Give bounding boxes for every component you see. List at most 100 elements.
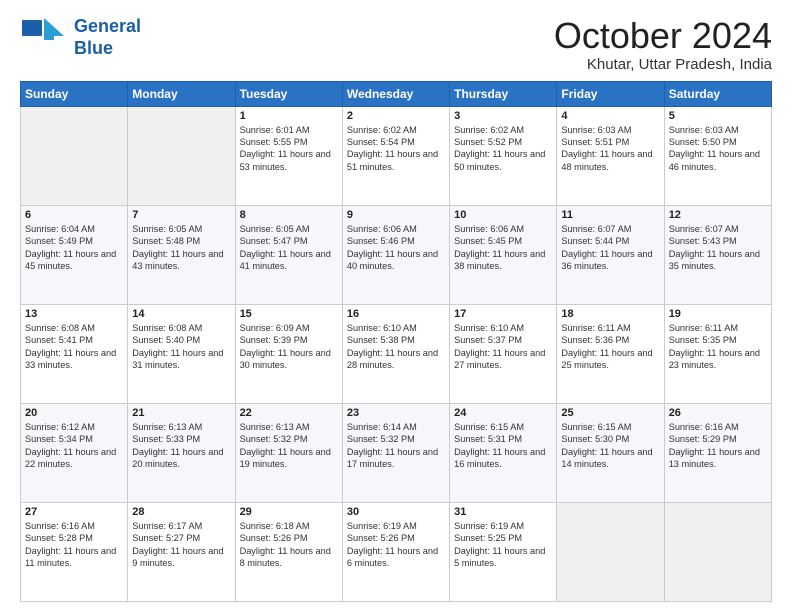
day-number: 23	[347, 407, 445, 419]
day-number: 8	[240, 209, 338, 221]
day-info: Sunrise: 6:08 AM Sunset: 5:41 PM Dayligh…	[25, 322, 123, 372]
day-info: Sunrise: 6:14 AM Sunset: 5:32 PM Dayligh…	[347, 421, 445, 471]
day-number: 17	[454, 308, 552, 320]
day-number: 3	[454, 110, 552, 122]
day-number: 9	[347, 209, 445, 221]
calendar-cell: 11Sunrise: 6:07 AM Sunset: 5:44 PM Dayli…	[557, 205, 664, 304]
calendar-cell	[557, 502, 664, 601]
day-number: 22	[240, 407, 338, 419]
day-info: Sunrise: 6:11 AM Sunset: 5:36 PM Dayligh…	[561, 322, 659, 372]
day-number: 4	[561, 110, 659, 122]
calendar-cell: 24 Sunrise: 6:15 AM Sunset: 5:31 PM Dayli…	[450, 403, 557, 502]
day-info: Sunrise: 6:15 AM Sunset: 5:30 PM Dayligh…	[561, 421, 659, 471]
day-info: Sunrise: 6:08 AM Sunset: 5:40 PM Dayligh…	[132, 322, 230, 372]
day-number: 6	[25, 209, 123, 221]
calendar-cell: 14 Sunrise: 6:08 AM Sunset: 5:40 PM Dayli…	[128, 304, 235, 403]
day-number: 27	[25, 506, 123, 518]
day-info: Sunrise: 6:16 AM Sunset: 5:29 PM Dayligh…	[669, 421, 767, 471]
calendar-cell: 3Sunrise: 6:02 AM Sunset: 5:52 PM Daylig…	[450, 106, 557, 205]
day-info: Sunrise: 6:16 AM Sunset: 5:28 PM Dayligh…	[25, 520, 123, 570]
calendar-week-1: 1Sunrise: 6:01 AM Sunset: 5:55 PM Daylig…	[21, 106, 772, 205]
day-number: 26	[669, 407, 767, 419]
logo-svg	[20, 18, 70, 58]
calendar-cell: 23 Sunrise: 6:14 AM Sunset: 5:32 PM Dayli…	[342, 403, 449, 502]
calendar-cell: 12Sunrise: 6:07 AM Sunset: 5:43 PM Dayli…	[664, 205, 771, 304]
day-info: Sunrise: 6:10 AM Sunset: 5:37 PM Dayligh…	[454, 322, 552, 372]
day-info: Sunrise: 6:06 AM Sunset: 5:45 PM Dayligh…	[454, 223, 552, 273]
calendar-cell: 25Sunrise: 6:15 AM Sunset: 5:30 PM Dayli…	[557, 403, 664, 502]
day-number: 18	[561, 308, 659, 320]
day-info: Sunrise: 6:12 AM Sunset: 5:34 PM Dayligh…	[25, 421, 123, 471]
day-info: Sunrise: 6:17 AM Sunset: 5:27 PM Dayligh…	[132, 520, 230, 570]
day-info: Sunrise: 6:15 AM Sunset: 5:31 PM Dayligh…	[454, 421, 552, 471]
calendar-cell: 2 Sunrise: 6:02 AM Sunset: 5:54 PM Daylig…	[342, 106, 449, 205]
day-info: Sunrise: 6:04 AM Sunset: 5:49 PM Dayligh…	[25, 223, 123, 273]
day-number: 10	[454, 209, 552, 221]
day-info: Sunrise: 6:02 AM Sunset: 5:54 PM Dayligh…	[347, 124, 445, 174]
calendar-week-3: 13 Sunrise: 6:08 AM Sunset: 5:41 PM Dayli…	[21, 304, 772, 403]
day-info: Sunrise: 6:05 AM Sunset: 5:47 PM Dayligh…	[240, 223, 338, 273]
day-info: Sunrise: 6:19 AM Sunset: 5:26 PM Dayligh…	[347, 520, 445, 570]
logo-blue: Blue	[74, 38, 141, 60]
day-info: Sunrise: 6:06 AM Sunset: 5:46 PM Dayligh…	[347, 223, 445, 273]
col-sunday: Sunday	[21, 81, 128, 106]
calendar-cell: 4Sunrise: 6:03 AM Sunset: 5:51 PM Daylig…	[557, 106, 664, 205]
day-info: Sunrise: 6:05 AM Sunset: 5:48 PM Dayligh…	[132, 223, 230, 273]
calendar-week-5: 27 Sunrise: 6:16 AM Sunset: 5:28 PM Dayli…	[21, 502, 772, 601]
day-info: Sunrise: 6:19 AM Sunset: 5:25 PM Dayligh…	[454, 520, 552, 570]
day-info: Sunrise: 6:18 AM Sunset: 5:26 PM Dayligh…	[240, 520, 338, 570]
calendar-cell: 28 Sunrise: 6:17 AM Sunset: 5:27 PM Dayli…	[128, 502, 235, 601]
calendar-cell	[21, 106, 128, 205]
calendar-cell: 31Sunrise: 6:19 AM Sunset: 5:25 PM Dayli…	[450, 502, 557, 601]
logo-text-block: GeneralBlue	[74, 16, 141, 59]
calendar-cell: 1Sunrise: 6:01 AM Sunset: 5:55 PM Daylig…	[235, 106, 342, 205]
day-number: 24	[454, 407, 552, 419]
calendar-cell: 19Sunrise: 6:11 AM Sunset: 5:35 PM Dayli…	[664, 304, 771, 403]
day-number: 30	[347, 506, 445, 518]
calendar-header: Sunday Monday Tuesday Wednesday Thursday…	[21, 81, 772, 106]
day-number: 28	[132, 506, 230, 518]
calendar-cell: 15Sunrise: 6:09 AM Sunset: 5:39 PM Dayli…	[235, 304, 342, 403]
day-number: 7	[132, 209, 230, 221]
calendar-week-2: 6 Sunrise: 6:04 AM Sunset: 5:49 PM Daylig…	[21, 205, 772, 304]
calendar-cell: 13 Sunrise: 6:08 AM Sunset: 5:41 PM Dayli…	[21, 304, 128, 403]
day-info: Sunrise: 6:03 AM Sunset: 5:50 PM Dayligh…	[669, 124, 767, 174]
day-number: 15	[240, 308, 338, 320]
page: GeneralBlue October 2024 Khutar, Uttar P…	[0, 0, 792, 612]
day-info: Sunrise: 6:10 AM Sunset: 5:38 PM Dayligh…	[347, 322, 445, 372]
title-block: October 2024 Khutar, Uttar Pradesh, Indi…	[554, 16, 772, 73]
col-tuesday: Tuesday	[235, 81, 342, 106]
day-number: 20	[25, 407, 123, 419]
calendar-cell: 7 Sunrise: 6:05 AM Sunset: 5:48 PM Daylig…	[128, 205, 235, 304]
header-row: Sunday Monday Tuesday Wednesday Thursday…	[21, 81, 772, 106]
col-wednesday: Wednesday	[342, 81, 449, 106]
month-title: October 2024	[554, 16, 772, 56]
calendar-cell: 26 Sunrise: 6:16 AM Sunset: 5:29 PM Dayli…	[664, 403, 771, 502]
day-number: 13	[25, 308, 123, 320]
calendar-cell	[664, 502, 771, 601]
day-info: Sunrise: 6:07 AM Sunset: 5:44 PM Dayligh…	[561, 223, 659, 273]
calendar-cell: 22Sunrise: 6:13 AM Sunset: 5:32 PM Dayli…	[235, 403, 342, 502]
day-number: 19	[669, 308, 767, 320]
calendar-week-4: 20 Sunrise: 6:12 AM Sunset: 5:34 PM Dayli…	[21, 403, 772, 502]
calendar-cell: 5 Sunrise: 6:03 AM Sunset: 5:50 PM Daylig…	[664, 106, 771, 205]
location: Khutar, Uttar Pradesh, India	[554, 56, 772, 73]
day-number: 29	[240, 506, 338, 518]
calendar-cell: 8 Sunrise: 6:05 AM Sunset: 5:47 PM Daylig…	[235, 205, 342, 304]
calendar-cell: 6 Sunrise: 6:04 AM Sunset: 5:49 PM Daylig…	[21, 205, 128, 304]
day-number: 5	[669, 110, 767, 122]
calendar-cell: 21Sunrise: 6:13 AM Sunset: 5:33 PM Dayli…	[128, 403, 235, 502]
day-info: Sunrise: 6:01 AM Sunset: 5:55 PM Dayligh…	[240, 124, 338, 174]
day-info: Sunrise: 6:13 AM Sunset: 5:33 PM Dayligh…	[132, 421, 230, 471]
calendar-cell: 20 Sunrise: 6:12 AM Sunset: 5:34 PM Dayli…	[21, 403, 128, 502]
calendar-cell: 16Sunrise: 6:10 AM Sunset: 5:38 PM Dayli…	[342, 304, 449, 403]
logo: GeneralBlue	[20, 16, 141, 59]
col-thursday: Thursday	[450, 81, 557, 106]
calendar-cell	[128, 106, 235, 205]
day-number: 2	[347, 110, 445, 122]
calendar-cell: 18 Sunrise: 6:11 AM Sunset: 5:36 PM Dayli…	[557, 304, 664, 403]
logo-general: General	[74, 16, 141, 38]
calendar-cell: 30 Sunrise: 6:19 AM Sunset: 5:26 PM Dayli…	[342, 502, 449, 601]
day-number: 14	[132, 308, 230, 320]
calendar-body: 1Sunrise: 6:01 AM Sunset: 5:55 PM Daylig…	[21, 106, 772, 601]
